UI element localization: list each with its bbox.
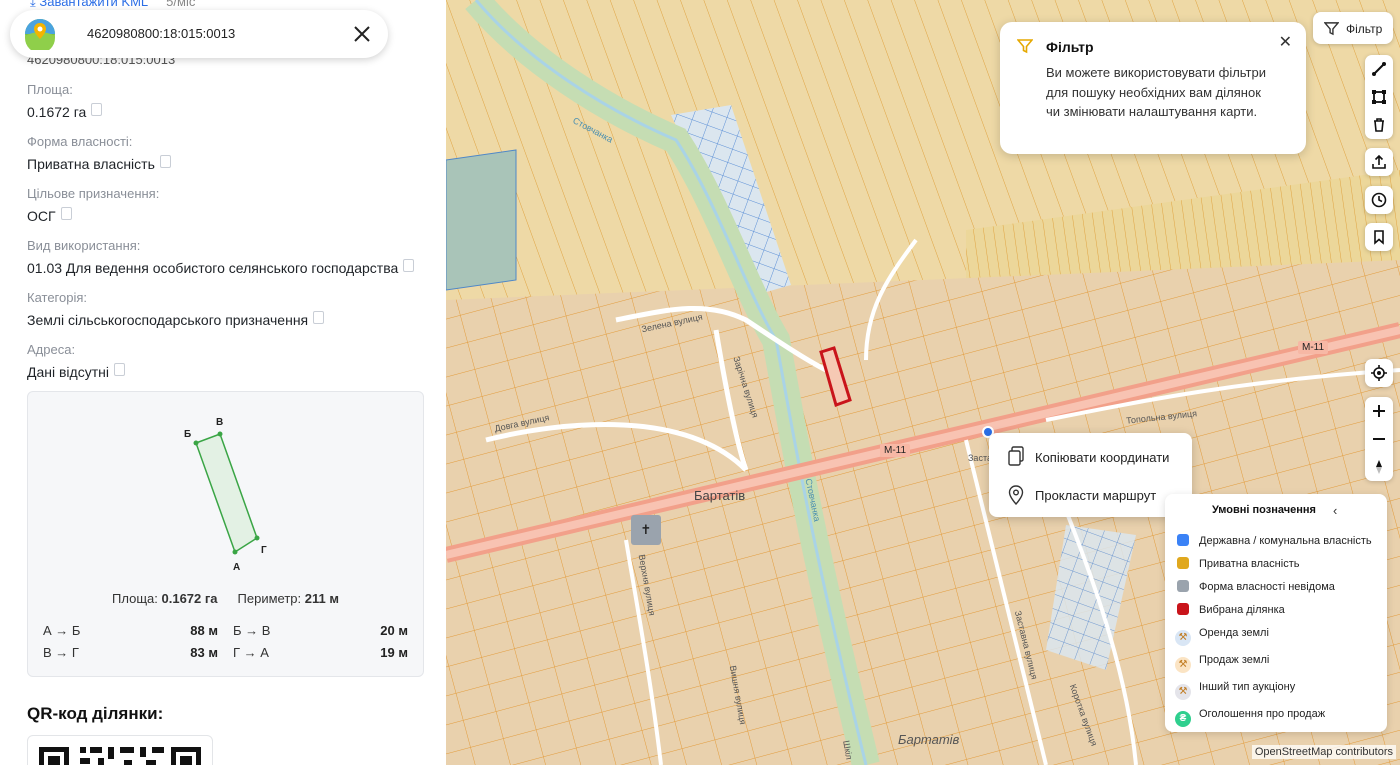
field-category: Категорія: Землі сільськогосподарського …: [27, 290, 325, 328]
map-legend: Умовні позначення ‹ Державна / комунальн…: [1165, 494, 1387, 732]
history-button[interactable]: [1365, 186, 1393, 214]
copy-icon[interactable]: [91, 103, 103, 116]
map-context-menu: Копіювати координати Прокласти маршрут: [989, 433, 1192, 517]
filter-tooltip-title: Фільтр: [1046, 39, 1094, 55]
legend-item: ₴ Оголошення про продаж: [1175, 708, 1325, 727]
copy-icon[interactable]: [60, 207, 72, 220]
road-label-m11: М-11: [880, 444, 911, 457]
crosshair-icon: [1371, 365, 1387, 381]
auction-icon: ⚒: [1175, 684, 1191, 700]
legend-title: Умовні позначення: [1212, 504, 1316, 516]
sale-icon: ⚒: [1175, 657, 1191, 673]
legend-item: ⚒ Продаж землі: [1175, 654, 1269, 673]
hryvnia-icon: ₴: [1175, 711, 1191, 727]
rent-icon: ⚒: [1175, 630, 1191, 646]
legend-item: Форма власності невідома: [1177, 580, 1335, 593]
parcel-shape-diagram: Б В Г А: [184, 417, 267, 573]
segment-label: Б → В: [233, 623, 271, 638]
church-icon: ✝: [641, 522, 652, 537]
copy-icon[interactable]: [403, 259, 415, 272]
vertex-v-label: В: [216, 417, 223, 428]
cadastral-number: 4620980800:18:015:0013: [87, 26, 236, 41]
clock-icon: [1371, 192, 1387, 208]
segment-value: 20 м: [380, 623, 408, 638]
close-icon[interactable]: ✕: [1279, 32, 1292, 52]
filter-button[interactable]: Фільтр: [1313, 12, 1393, 44]
vertex-g-label: Г: [261, 545, 267, 556]
export-button[interactable]: [1365, 148, 1393, 176]
vertex-b-label: Б: [184, 429, 191, 440]
segment-label: А → Б: [43, 623, 81, 638]
bookmark-icon: [1374, 230, 1384, 245]
build-route-item[interactable]: Прокласти маршрут: [1035, 488, 1156, 503]
parcel-info-panel: ⤓ Завантажити KML 5/міс 4620980800:18:015…: [0, 0, 446, 765]
parcel-shape-card: Б В Г А Площа: 0.1672 га Периметр: 211 м …: [27, 391, 424, 677]
copy-icon[interactable]: [313, 311, 325, 324]
legend-item: Вибрана ділянка: [1177, 603, 1285, 616]
download-icon: ⤓: [30, 0, 40, 9]
segment-value: 83 м: [190, 645, 218, 660]
download-kml-link[interactable]: ⤓ Завантажити KML 5/міс: [30, 0, 195, 10]
field-usage: Вид використання: 01.03 Для ведення особ…: [27, 238, 415, 276]
filter-icon: [1324, 22, 1339, 36]
field-area: Площа: 0.1672 га: [27, 82, 103, 120]
segment-value: 19 м: [380, 645, 408, 660]
compass-icon[interactable]: [1371, 459, 1387, 475]
chevron-left-icon[interactable]: ‹: [1333, 503, 1337, 518]
legend-item: Державна / комунальна власність: [1177, 534, 1372, 547]
upload-icon: [1372, 154, 1386, 169]
legend-item: Приватна власність: [1177, 557, 1299, 570]
segment-label: В → Г: [43, 645, 79, 660]
copy-icon: [1008, 446, 1024, 466]
copy-icon[interactable]: [113, 363, 125, 376]
copy-icon[interactable]: [159, 155, 171, 168]
field-ownership: Форма власності: Приватна власність: [27, 134, 171, 172]
segment-label: Г → А: [233, 645, 269, 660]
qr-title: QR-код ділянки:: [27, 704, 164, 723]
kml-quota: 5/міс: [166, 0, 196, 9]
zoom-in-icon[interactable]: [1371, 403, 1387, 419]
bookmarks-button[interactable]: [1365, 223, 1393, 251]
state-land-west: [446, 149, 517, 291]
location-pin-icon: [1008, 485, 1024, 505]
draw-tools: [1365, 55, 1393, 139]
field-purpose: Цільове призначення: ОСГ: [27, 186, 160, 224]
close-icon[interactable]: [350, 22, 374, 46]
filter-icon: [1017, 39, 1033, 54]
vertex-a-label: А: [233, 562, 240, 573]
zoom-out-icon[interactable]: [1371, 431, 1387, 447]
measure-area-icon[interactable]: [1371, 89, 1387, 105]
locate-me-button[interactable]: [1365, 359, 1393, 387]
measure-line-icon[interactable]: [1371, 61, 1387, 77]
road-label-m11: М-11: [1298, 341, 1329, 354]
legend-item: ⚒ Інший тип аукціону: [1175, 681, 1295, 700]
qr-code: [27, 735, 213, 765]
field-address: Адреса: Дані відсутні: [27, 342, 125, 380]
cadastral-search-bar[interactable]: 4620980800:18:015:0013: [10, 10, 388, 58]
trash-icon[interactable]: [1371, 117, 1387, 133]
qr-code-icon: [39, 747, 201, 765]
filter-tooltip-body: Ви можете використовувати фільтри для по…: [1046, 65, 1266, 119]
map-attribution[interactable]: OpenStreetMap contributors: [1251, 745, 1396, 759]
filter-tooltip: Фільтр Ви можете використовувати фільтри…: [1000, 22, 1306, 154]
zoom-controls: [1365, 397, 1393, 481]
village-label-1: Бартатів: [694, 488, 746, 503]
legend-item: ⚒ Оренда землі: [1175, 627, 1269, 646]
segment-value: 88 м: [190, 623, 218, 638]
area-perimeter-summary: Площа: 0.1672 га Периметр: 211 м: [112, 591, 339, 606]
app-logo-icon: [25, 19, 55, 50]
copy-coordinates-item[interactable]: Копіювати координати: [1035, 450, 1169, 465]
village-label-2: Бартатів: [898, 732, 960, 747]
